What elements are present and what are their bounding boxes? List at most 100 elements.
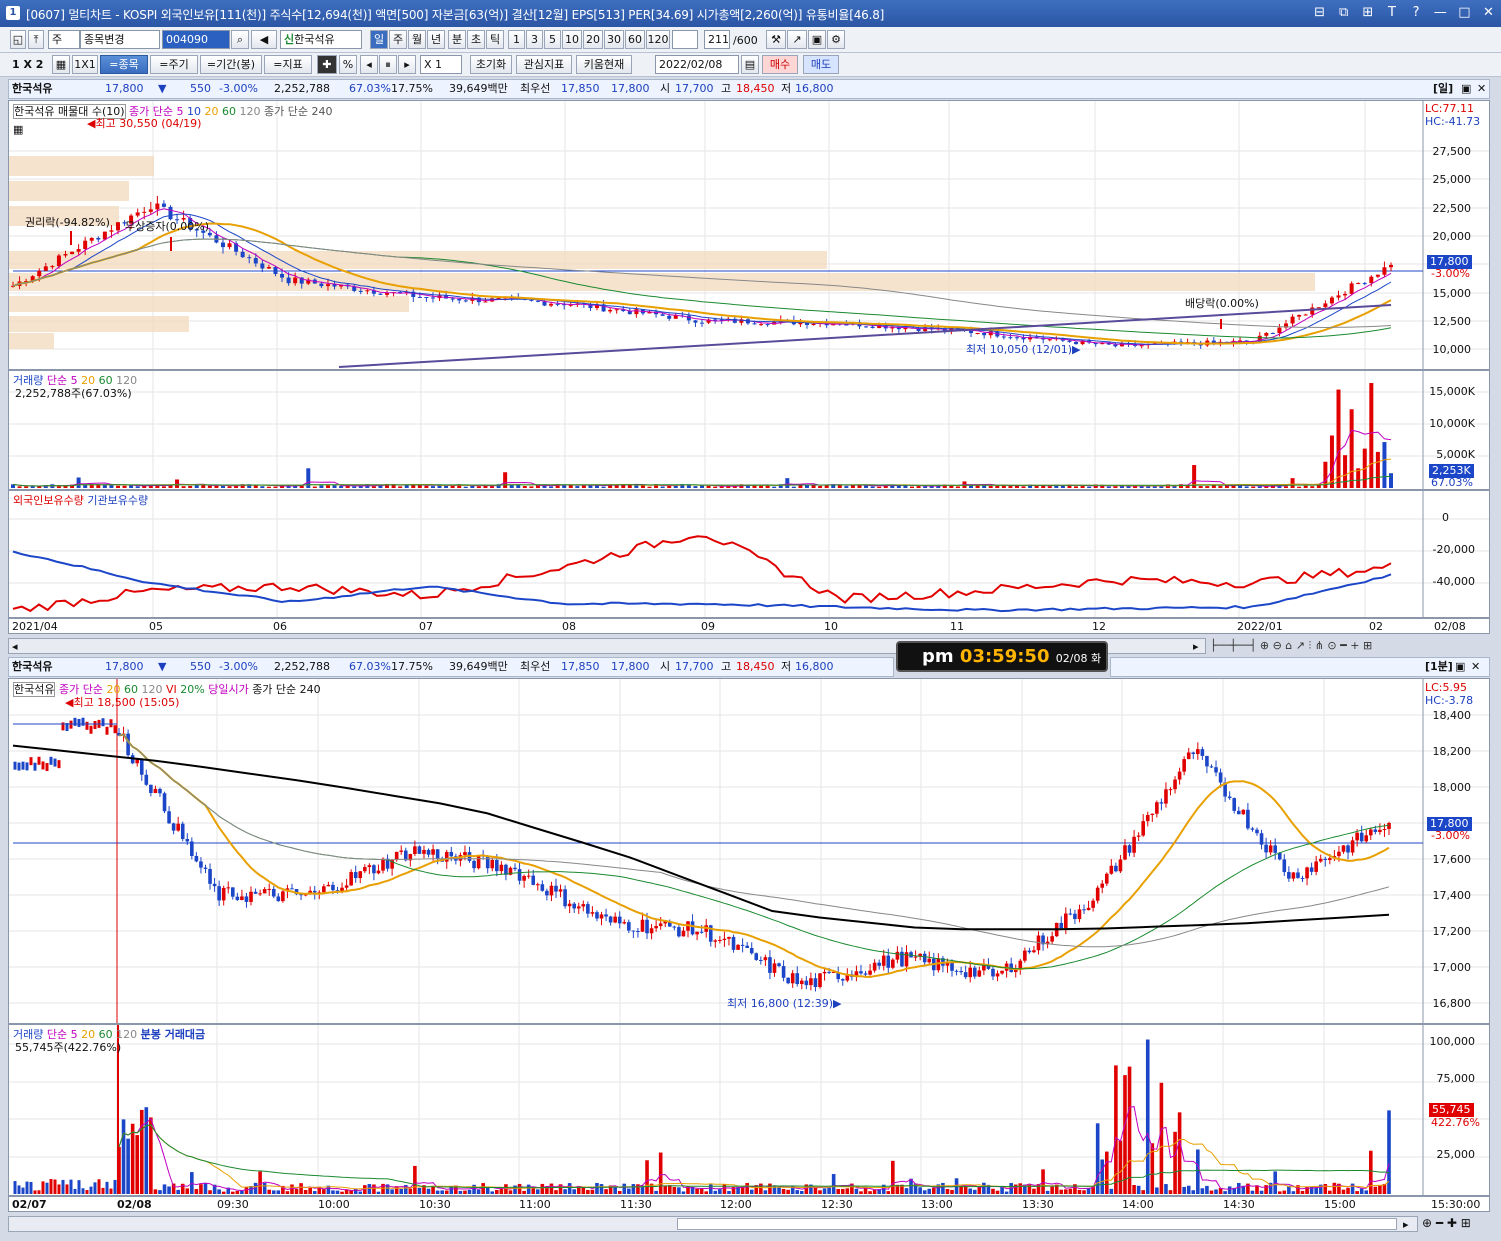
candle-body (77, 718, 81, 727)
candle-body (504, 864, 508, 875)
minute-20[interactable]: 20 (583, 30, 603, 49)
y-tick: 15,000K (1429, 385, 1475, 398)
scroll-right-icon[interactable]: ▸ (1193, 640, 1199, 653)
calendar-icon[interactable]: ▤ (741, 55, 759, 74)
volume-bar (590, 1189, 595, 1194)
tab-year[interactable]: 년 (427, 30, 445, 49)
font-icon[interactable]: T (1385, 5, 1398, 20)
scroll-left-icon[interactable]: ◂ (12, 640, 18, 653)
date-input[interactable]: 2022/02/08 (655, 55, 739, 74)
layout-icon[interactable]: ⊞ (1361, 5, 1374, 20)
volume-bar (230, 1191, 235, 1194)
minute-scrollbar[interactable]: ▸ (8, 1216, 1418, 1232)
tile-icon[interactable]: ⧉ (1337, 5, 1350, 20)
candle-body (37, 270, 42, 277)
daily-volume-panel[interactable]: 거래량 단순 5 20 60 120 2,252,788주(67.03%) 15… (8, 370, 1490, 490)
volume-bar (194, 485, 199, 488)
sync-period-button[interactable]: =주기 (150, 55, 198, 74)
layout-1x1-button[interactable]: 1X1 (72, 55, 98, 74)
candle-body (162, 793, 167, 812)
candle-body (567, 903, 572, 907)
volume-bar (831, 1174, 836, 1194)
candle-body (463, 852, 467, 856)
save-icon[interactable]: ▣ (808, 30, 826, 49)
mode-select[interactable]: 종목변경 (80, 30, 160, 49)
settings-icon[interactable]: ⚙ (827, 30, 845, 49)
candle-body (954, 970, 959, 972)
minute-30[interactable]: 30 (604, 30, 624, 49)
next-icon[interactable]: ▸ (398, 55, 416, 74)
volume-bar (1068, 1188, 1073, 1194)
tab-second[interactable]: 초 (467, 30, 485, 49)
pin-icon[interactable]: ⤒ (28, 30, 44, 49)
volume-bar (1080, 486, 1085, 488)
sync-stock-button[interactable]: =종목 (100, 55, 148, 74)
buy-button[interactable]: 매수 (762, 55, 798, 74)
candle-body (549, 303, 554, 306)
maximize-icon[interactable]: □ (1458, 5, 1471, 20)
market-select[interactable]: 주 (48, 30, 80, 49)
panel-close-icon[interactable]: ✕ (1471, 658, 1480, 676)
panel-close-icon[interactable]: ✕ (1477, 80, 1486, 98)
restore-icon[interactable]: ⊟ (1313, 5, 1326, 20)
candle-body (768, 957, 772, 973)
candle-body (1141, 821, 1145, 836)
panel-restore-icon[interactable]: ▣ (1461, 80, 1471, 98)
count-input[interactable]: 211 (704, 30, 730, 49)
candle-body (713, 319, 718, 321)
volume-bar (1389, 473, 1393, 488)
panel-restore-icon[interactable]: ▣ (1455, 658, 1465, 676)
speaker-icon[interactable]: ◀︎ (251, 30, 277, 49)
minute-120[interactable]: 120 (646, 30, 670, 49)
help-icon[interactable]: ? (1410, 5, 1423, 20)
kiwoom-current-button[interactable]: 키움현재 (576, 55, 632, 74)
minute-5[interactable]: 5 (544, 30, 561, 49)
search-icon[interactable]: ⌕ (231, 30, 249, 49)
close-icon[interactable]: ✕ (1482, 5, 1495, 20)
candle-body (485, 855, 490, 869)
multiplier-select[interactable]: X 1 (420, 55, 462, 74)
zoom-controls[interactable]: ├──┼──┤ ⊕ ⊖ ⌂ ↗ ⫶ ⋔ ⊙ ━ + ⊞ (1210, 639, 1372, 653)
minute-3[interactable]: 3 (526, 30, 543, 49)
candle-body (266, 267, 271, 269)
volume-bar (467, 1189, 472, 1194)
minute-10[interactable]: 10 (562, 30, 582, 49)
percent-icon[interactable]: % (339, 55, 357, 74)
grid-icon[interactable]: ▦ (52, 55, 70, 74)
candle-body (1014, 337, 1019, 339)
favorite-indicator-button[interactable]: 관심지표 (516, 55, 572, 74)
pause-icon[interactable]: ⏸ (379, 55, 397, 74)
volume-bar (1064, 1189, 1068, 1194)
daily-price-panel[interactable]: 한국석유 매물대 수(10) 종가 단순 5 10 20 60 120 종가 단… (8, 100, 1490, 370)
reset-button[interactable]: 초기화 (470, 55, 512, 74)
sync-range-button[interactable]: =기간(봉) (200, 55, 262, 74)
candle-body (540, 884, 545, 891)
scroll-thumb[interactable] (677, 1218, 1397, 1230)
sell-button[interactable]: 매도 (803, 55, 839, 74)
legend-ma20: 20 (204, 105, 219, 118)
crosshair-icon[interactable]: ✚ (317, 55, 337, 74)
tab-minute[interactable]: 분 (448, 30, 466, 49)
minute-60[interactable]: 60 (625, 30, 645, 49)
sync-indicator-button[interactable]: =지표 (264, 55, 312, 74)
table-icon[interactable]: ▦ (13, 123, 23, 136)
chart-menu-icon[interactable]: ◱ (10, 30, 26, 49)
volume-bar (631, 1184, 636, 1194)
tab-tick[interactable]: 틱 (486, 30, 504, 49)
prev-icon[interactable]: ◂ (360, 55, 378, 74)
tool-icon-2[interactable]: ↗ (787, 30, 807, 49)
custom-minute-input[interactable] (672, 30, 698, 49)
tab-week[interactable]: 주 (389, 30, 407, 49)
tab-month[interactable]: 월 (408, 30, 426, 49)
minute-price-panel[interactable]: 한국석유 종가 단순 20 60 120 VI 20% 당일시가 종가 단순 2… (8, 678, 1490, 1024)
tool-icon-1[interactable]: ⚒ (766, 30, 786, 49)
holdings-panel[interactable]: 외국인보유수량 기관보유수량 0 -20,000 -40,000 (8, 490, 1490, 618)
minute-volume-panel[interactable]: 거래량 단순 5 20 60 120 분봉 거래대금 55,745주(422.7… (8, 1024, 1490, 1196)
minute-zoom-controls[interactable]: ⊕ ━ ✚ ⊞ (1422, 1216, 1471, 1230)
tab-day[interactable]: 일 (370, 30, 388, 49)
daily-volume-chart (9, 371, 1489, 489)
minimize-icon[interactable]: — (1434, 5, 1447, 20)
minute-1[interactable]: 1 (508, 30, 525, 49)
scroll-right-icon[interactable]: ▸ (1403, 1218, 1409, 1231)
stock-code-input[interactable]: 004090 (162, 30, 230, 49)
